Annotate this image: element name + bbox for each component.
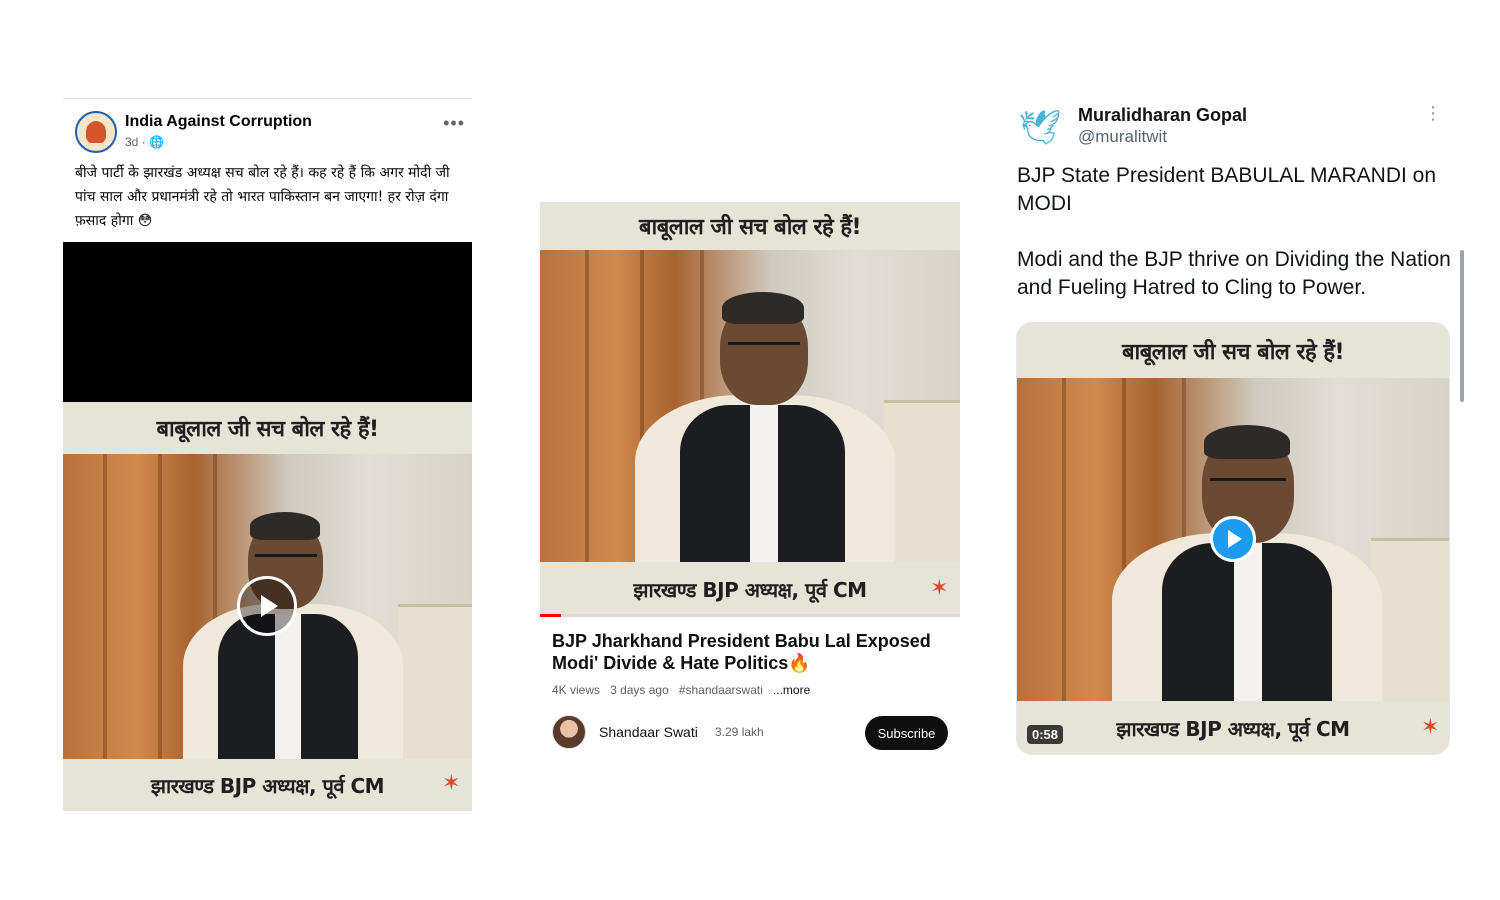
page-name[interactable]: India Against Corruption <box>125 113 312 131</box>
play-icon[interactable] <box>1210 516 1256 562</box>
play-icon[interactable] <box>237 576 297 636</box>
video-banner-top: बाबूलाल जी सच बोल रहे हैं! <box>1017 323 1449 378</box>
video-banner-bottom: झारखण्ड BJP अध्यक्ष, पूर्व CM ✶ <box>1017 701 1449 754</box>
crane-logo-icon: 🕊 <box>1018 109 1062 147</box>
video-progress-bar[interactable] <box>540 614 960 617</box>
post-text: बीजे पार्टी के झारखंड अध्यक्ष सच बोल रहे… <box>75 165 450 229</box>
post-meta: 3d · 🌐 <box>125 135 164 149</box>
post-video[interactable]: बाबूलाल जी सच बोल रहे हैं! झारखण्ड BJP अ… <box>1016 322 1450 755</box>
user-avatar[interactable]: 🕊 <box>1016 104 1064 152</box>
video-duration: 0:58 <box>1027 725 1064 744</box>
banner-bottom-text: झारखण्ड BJP अध्यक्ष, पूर्व CM <box>1116 717 1350 741</box>
display-name[interactable]: Muralidharan Gopal <box>1078 105 1247 126</box>
video-banner-top: बाबूलाल जी सच बोल रहे हैं! <box>63 402 472 454</box>
post-header: India Against Corruption 3d · 🌐 ••• <box>75 111 465 153</box>
more-options-icon[interactable]: ⋮ <box>1424 104 1442 122</box>
view-count: 4K views <box>552 683 601 697</box>
subscribe-button[interactable]: Subscribe <box>865 716 948 750</box>
banner-bottom-text: झारखण्ड BJP अध्यक्ष, पूर्व CM <box>150 773 385 798</box>
channel-logo-icon: ✶ <box>930 576 948 601</box>
post-video[interactable]: बाबूलाल जी सच बोल रहे हैं! झारखण्ड BJP अ… <box>63 242 472 811</box>
speaker-figure <box>163 494 423 759</box>
video-scene <box>540 250 960 562</box>
video-scene <box>63 454 472 759</box>
video-player[interactable]: बाबूलाल जी सच बोल रहे हैं! झारखण्ड BJP अ… <box>540 202 960 617</box>
video-banner-top: बाबूलाल जी सच बोल रहे हैं! <box>540 202 960 250</box>
video-banner-bottom: झारखण्ड BJP अध्यक्ष, पूर्व CM ✶ <box>540 562 960 617</box>
progress-fill <box>540 614 561 617</box>
post-text-line2: Modi and the BJP thrive on Dividing the … <box>1017 248 1451 299</box>
scrollbar[interactable] <box>1460 250 1464 402</box>
more-link[interactable]: ...more <box>773 683 810 697</box>
upload-age: 3 days ago <box>610 683 669 697</box>
video-title[interactable]: BJP Jharkhand President Babu Lal Exposed… <box>552 630 952 674</box>
channel-row: Shandaar Swati 3.29 lakh Subscribe <box>552 715 948 751</box>
channel-avatar[interactable] <box>552 715 586 749</box>
channel-logo-icon: ✶ <box>442 771 460 796</box>
x-post: 🕊 Muralidharan Gopal @muralitwit ⋮ BJP S… <box>1016 100 1466 760</box>
facebook-post: India Against Corruption 3d · 🌐 ••• बीजे… <box>63 98 472 811</box>
channel-logo-icon: ✶ <box>1421 715 1439 740</box>
video-letterbox <box>63 242 472 402</box>
more-options-icon[interactable]: ••• <box>443 113 465 134</box>
user-handle[interactable]: @muralitwit <box>1078 127 1167 147</box>
speaker-figure <box>620 270 910 562</box>
banner-bottom-text: झारखण्ड BJP अध्यक्ष, पूर्व CM <box>633 578 867 602</box>
youtube-video: बाबूलाल जी सच बोल रहे हैं! झारखण्ड BJP अ… <box>540 202 960 757</box>
video-stats: 4K views 3 days ago #shandaarswati ...mo… <box>552 683 810 697</box>
page-avatar[interactable] <box>75 111 117 153</box>
subscriber-count: 3.29 lakh <box>715 725 764 739</box>
hashtag-link[interactable]: #shandaarswati <box>679 683 763 697</box>
post-text-line1: BJP State President BABULAL MARANDI on M… <box>1017 164 1437 215</box>
video-banner-bottom: झारखण्ड BJP अध्यक्ष, पूर्व CM ✶ <box>63 759 472 811</box>
channel-name[interactable]: Shandaar Swati <box>599 724 698 740</box>
